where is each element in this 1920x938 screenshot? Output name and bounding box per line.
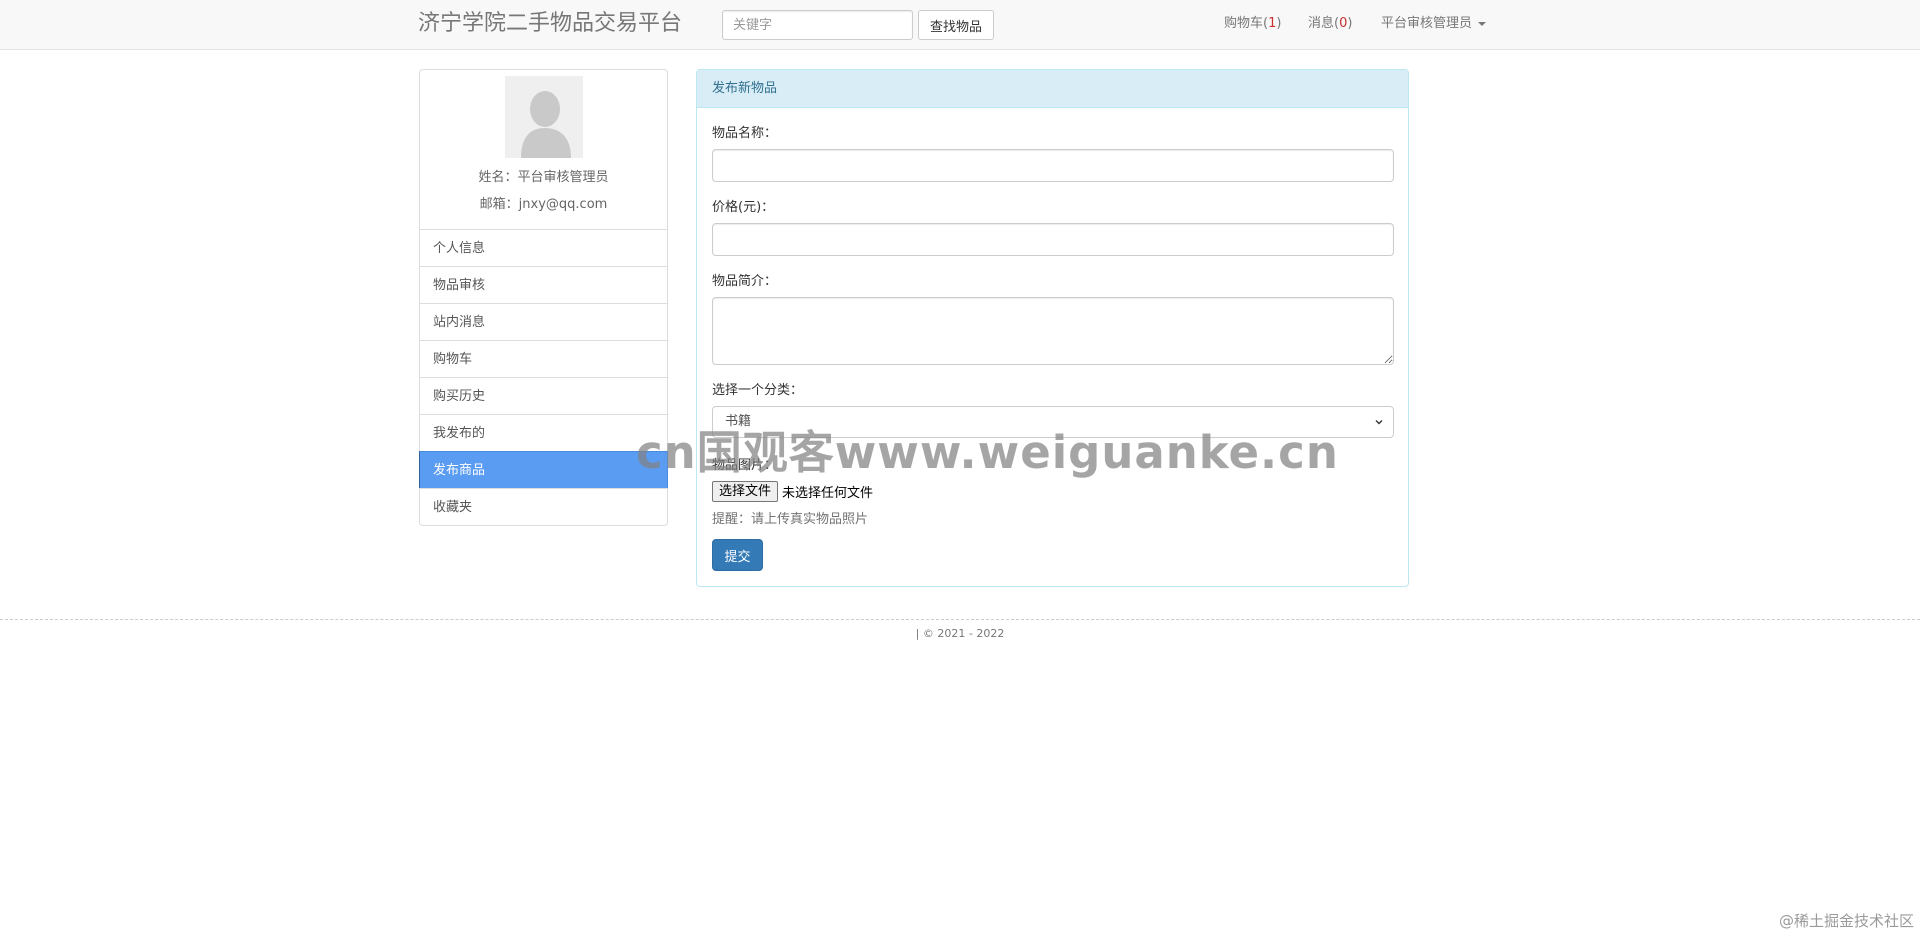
- item-name-label: 物品名称：: [712, 126, 778, 141]
- nav-messages-label: 消息(: [1308, 16, 1340, 31]
- upload-hint: 提醒：请上传真实物品照片: [712, 512, 869, 527]
- chevron-down-icon: [1375, 420, 1383, 425]
- search-button[interactable]: 查找物品: [918, 10, 994, 40]
- sidebar-item-cart[interactable]: 购物车: [419, 340, 668, 378]
- sidebar-item-favorites[interactable]: 收藏夹: [419, 488, 668, 526]
- category-label: 选择一个分类：: [712, 383, 804, 398]
- site-brand[interactable]: 济宁学院二手物品交易平台: [418, 9, 682, 39]
- nav-cart-link[interactable]: 购物车(1): [1224, 15, 1281, 33]
- sidebar-item-my-listings[interactable]: 我发布的: [419, 414, 668, 452]
- item-name-input[interactable]: [712, 149, 1394, 182]
- publish-form-panel: 发布新物品 物品名称： 价格(元)： 物品简介： 选择一个分类： 书籍 物品图片…: [696, 69, 1409, 587]
- default-avatar-icon: [505, 76, 583, 158]
- sidebar-item-profile[interactable]: 个人信息: [419, 229, 668, 267]
- nav-cart-label: 购物车(: [1224, 16, 1269, 31]
- file-status: 未选择任何文件: [782, 486, 874, 501]
- file-input: 选择文件 未选择任何文件: [712, 481, 873, 503]
- profile-name: 姓名：平台审核管理员: [478, 170, 609, 185]
- panel-heading: 发布新物品: [697, 70, 1408, 108]
- top-navbar: 济宁学院二手物品交易平台 查找物品 购物车(1) 消息(0) 平台审核管理员: [0, 0, 1920, 50]
- profile-email: 邮箱：jnxy@qq.com: [479, 197, 608, 212]
- price-input[interactable]: [712, 223, 1394, 256]
- nav-user-name: 平台审核管理员: [1381, 16, 1473, 31]
- description-textarea[interactable]: [712, 297, 1394, 365]
- nav-cart-suffix: ): [1276, 16, 1282, 31]
- price-label: 价格(元)：: [712, 200, 775, 215]
- sidebar-item-item-review[interactable]: 物品审核: [419, 266, 668, 304]
- choose-file-button[interactable]: 选择文件: [712, 481, 779, 502]
- watermark-overlay: cn国观客www.weiguanke.cn: [636, 426, 1339, 479]
- search-input[interactable]: [722, 10, 913, 40]
- description-label: 物品简介：: [712, 274, 778, 289]
- caret-down-icon: [1478, 21, 1487, 26]
- nav-messages-suffix: ): [1347, 16, 1353, 31]
- submit-button[interactable]: 提交: [712, 539, 763, 571]
- sidebar-menu: 个人信息 物品审核 站内消息 购物车 购买历史 我发布的 发布商品 收藏夹: [419, 229, 668, 526]
- sidebar-item-publish[interactable]: 发布商品: [419, 451, 668, 489]
- nav-messages-link[interactable]: 消息(0): [1308, 15, 1352, 33]
- sidebar-item-messages[interactable]: 站内消息: [419, 303, 668, 341]
- sidebar-item-purchase-history[interactable]: 购买历史: [419, 377, 668, 415]
- profile-panel: 姓名：平台审核管理员 邮箱：jnxy@qq.com: [419, 69, 668, 230]
- footer-divider: [0, 619, 1920, 620]
- nav-user-menu[interactable]: 平台审核管理员: [1381, 15, 1487, 33]
- corner-watermark: @稀土掘金技术社区: [1778, 912, 1914, 930]
- avatar: [505, 76, 583, 158]
- footer-copyright: | © 2021 - 2022: [915, 627, 1005, 640]
